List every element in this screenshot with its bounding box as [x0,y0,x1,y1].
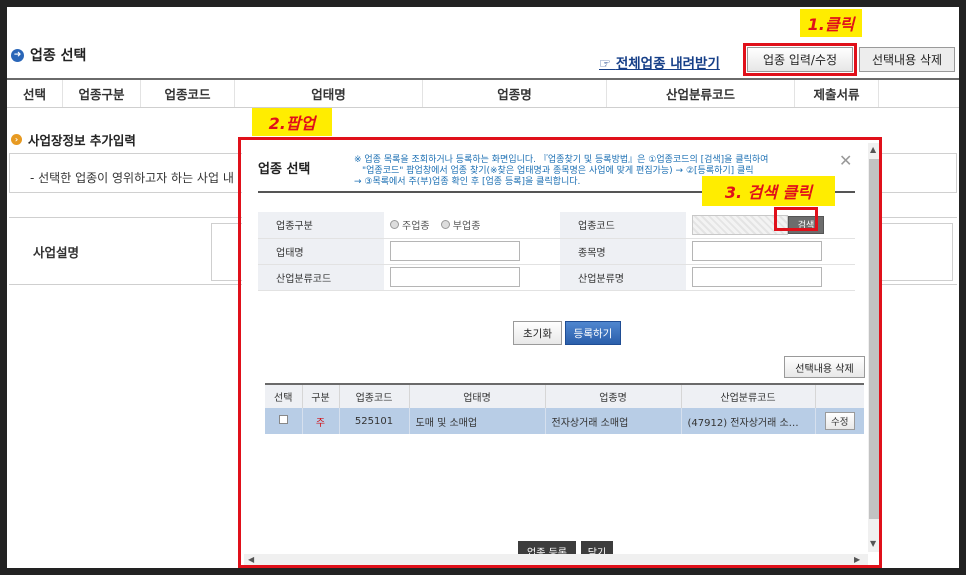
callout-step1: 1.클릭 [800,9,862,37]
col-industry-name: 업종명 [423,80,607,107]
delete-selected-button[interactable]: 선택내용 삭제 [859,47,955,72]
business-info-title: › 사업장정보 추가입력 [11,130,136,149]
col-empty [879,80,959,107]
page-title: 업종 선택 [30,48,87,64]
highlight-input-button [743,43,857,76]
business-description-label: 사업설명 [33,245,80,260]
callout-step2: 2.팝업 [252,108,332,136]
industry-table-header: 선택 업종구분 업종코드 업태명 업종명 산업분류코드 제출서류 [7,78,959,108]
col-documents: 제출서류 [795,80,879,107]
col-business-type: 업태명 [235,80,423,107]
download-all-industries-link[interactable]: ☞ 전체업종 내려받기 [599,52,720,72]
arrow-right-icon: ➜ [11,48,24,62]
section-title: ➜ 업종 선택 [11,45,86,65]
col-industry-type: 업종구분 [63,80,141,107]
download-link-label: 전체업종 내려받기 [615,56,720,72]
col-industry-class-code: 산업분류코드 [607,80,795,107]
page: ➜ 업종 선택 ☞ 전체업종 내려받기 업종 입력/수정 선택내용 삭제 선택 … [7,7,959,568]
col-select: 선택 [7,80,63,107]
col-industry-code: 업종코드 [141,80,235,107]
callout-step3: 3. 검색 클릭 [702,176,835,206]
arrow-right-icon: › [11,134,22,145]
highlight-search-button [774,207,818,231]
business-info-title-text: 사업장정보 추가입력 [28,133,136,148]
